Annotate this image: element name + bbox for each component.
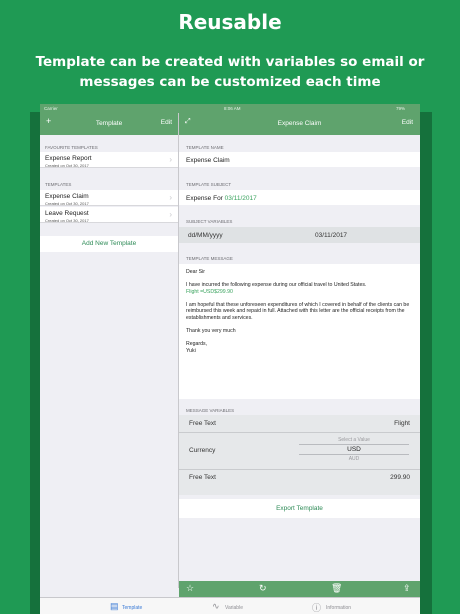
- chevron-right-icon: ›: [169, 193, 172, 202]
- carrier-label: Carrier: [44, 106, 58, 111]
- detail-title: Expense Claim: [277, 120, 322, 127]
- message-variables-panel: Free Text Flight Currency Select a Value…: [179, 415, 420, 495]
- message-line1: I have incurred the following expense du…: [186, 282, 367, 295]
- flight-variable: =USD$299.90: [200, 288, 233, 295]
- clock-label: 8:06 AM: [224, 106, 241, 111]
- list-item-expense-report[interactable]: Expense Report Created on Oct 30, 2017 ›: [40, 152, 178, 168]
- subject-text: Expense For 03/11/2017: [186, 194, 257, 202]
- detail-toolbar: ☆ ↻ 🗑 ⇪: [179, 581, 420, 597]
- message-signoff: Regards, Yuki: [186, 341, 208, 354]
- date-format-label: dd/MM/yyyy: [188, 231, 223, 239]
- tab-label: Variable: [225, 605, 243, 611]
- divider: [179, 432, 420, 433]
- list-item-expense-claim[interactable]: Expense Claim Created on Oct 30, 2017 ›: [40, 190, 178, 206]
- sidebar-navbar: + Template Edit: [40, 113, 178, 135]
- template-message-editor[interactable]: Dear Sir I have incurred the following e…: [179, 264, 420, 399]
- favourites-header: FAVOURITE TEMPLATES: [45, 145, 98, 150]
- picker-next-option: AUD: [348, 456, 360, 462]
- tab-label: Information: [326, 605, 352, 611]
- picker-line: [299, 454, 409, 455]
- chevron-right-icon: ›: [169, 155, 172, 164]
- subject-variable-row[interactable]: dd/MM/yyyy 03/11/2017: [179, 227, 420, 243]
- template-message-header: TEMPLATE MESSAGE: [186, 256, 233, 261]
- tab-label: Template: [122, 605, 143, 611]
- hero-subtitle: Template can be created with variables s…: [35, 54, 425, 90]
- status-bar: Carrier 8:06 AM 79%: [40, 104, 420, 113]
- divider: [179, 469, 420, 470]
- tab-bar: ▤ Template ∿ Variable ⓘ Information: [40, 597, 420, 614]
- template-subject-field[interactable]: Expense For 03/11/2017: [179, 190, 420, 205]
- refresh-icon[interactable]: ↻: [259, 583, 267, 594]
- picker-placeholder: Select a Value: [338, 437, 370, 443]
- detail-edit-button[interactable]: Edit: [402, 119, 413, 126]
- item-name: Expense Report: [45, 154, 92, 162]
- hero-title: Reusable: [178, 10, 282, 34]
- trash-icon[interactable]: 🗑: [331, 583, 342, 594]
- detail-navbar: ⤢ Expense Claim Edit: [179, 113, 420, 135]
- ipad-screen: Carrier 8:06 AM 79% + Template Edit ⤢ Ex…: [40, 104, 420, 614]
- item-date: Created on Oct 30, 2017: [45, 200, 89, 206]
- templates-header: TEMPLATES: [45, 182, 72, 187]
- variable-icon: ∿: [212, 601, 220, 611]
- message-variables-header: MESSAGE VARIABLES: [186, 408, 235, 413]
- message-paragraph: I am hopeful that these unforeseen expen…: [186, 301, 410, 321]
- list-item-leave-request[interactable]: Leave Request Created on Oct 30, 2017 ›: [40, 207, 178, 223]
- subject-variables-header: SUBJECT VARIABLES: [186, 219, 233, 224]
- item-name: Expense Claim: [45, 192, 89, 200]
- subject-variable: 03/11/2017: [224, 194, 257, 202]
- template-name-field[interactable]: Expense Claim: [179, 152, 420, 167]
- tab-information[interactable]: ⓘ Information: [312, 598, 382, 614]
- item-date: Created on Oct 30, 2017: [45, 217, 89, 223]
- tab-variable[interactable]: ∿ Variable: [210, 598, 270, 614]
- battery-label: 79%: [396, 106, 406, 111]
- add-template-button[interactable]: Add New Template: [40, 236, 178, 252]
- sidebar: FAVOURITE TEMPLATES Expense Report Creat…: [40, 135, 178, 588]
- template-name-value: Expense Claim: [186, 156, 230, 164]
- message-thanks: Thank you very much: [186, 328, 236, 335]
- export-template-button[interactable]: Export Template: [179, 499, 420, 518]
- detail-pane: TEMPLATE NAME Expense Claim TEMPLATE SUB…: [179, 135, 420, 581]
- template-subject-header: TEMPLATE SUBJECT: [186, 182, 232, 187]
- currency-picker[interactable]: Select a Value USD AUD: [299, 437, 409, 467]
- sidebar-edit-button[interactable]: Edit: [161, 119, 172, 126]
- chevron-right-icon: ›: [169, 210, 172, 219]
- sidebar-title: Template: [95, 120, 123, 127]
- item-date: Created on Oct 30, 2017: [45, 162, 89, 168]
- picker-line: [299, 444, 409, 445]
- message-greeting: Dear Sir: [186, 269, 206, 275]
- currency-label: Currency: [189, 447, 216, 454]
- share-icon[interactable]: ⇪: [403, 583, 411, 594]
- date-value: 03/11/2017: [315, 231, 348, 239]
- template-name-header: TEMPLATE NAME: [186, 145, 224, 150]
- picker-selected: USD: [347, 446, 361, 453]
- item-name: Leave Request: [45, 209, 89, 217]
- star-icon[interactable]: ☆: [186, 583, 194, 594]
- tab-template[interactable]: ▤ Template: [108, 598, 168, 614]
- document-icon: ▤: [110, 601, 119, 611]
- info-icon: ⓘ: [312, 603, 322, 613]
